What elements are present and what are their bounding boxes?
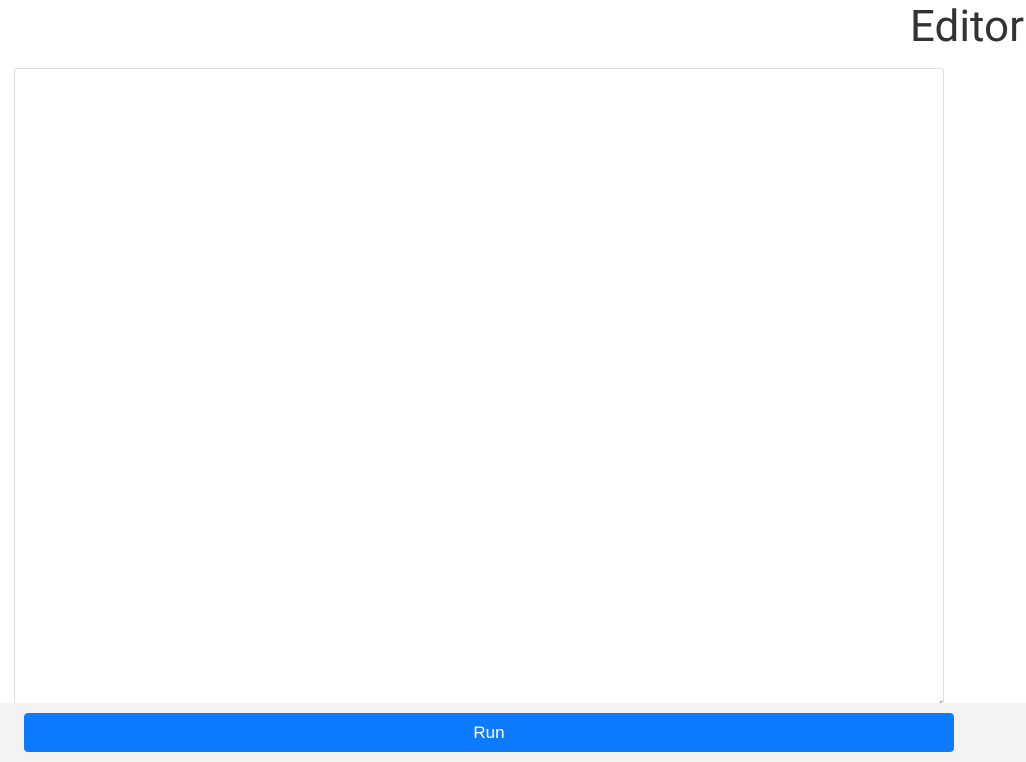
page-title: Editor (910, 0, 1026, 52)
editor-container (14, 68, 944, 714)
code-editor[interactable] (14, 68, 944, 710)
footer-bar: Run (0, 703, 1026, 762)
run-button[interactable]: Run (24, 713, 954, 752)
